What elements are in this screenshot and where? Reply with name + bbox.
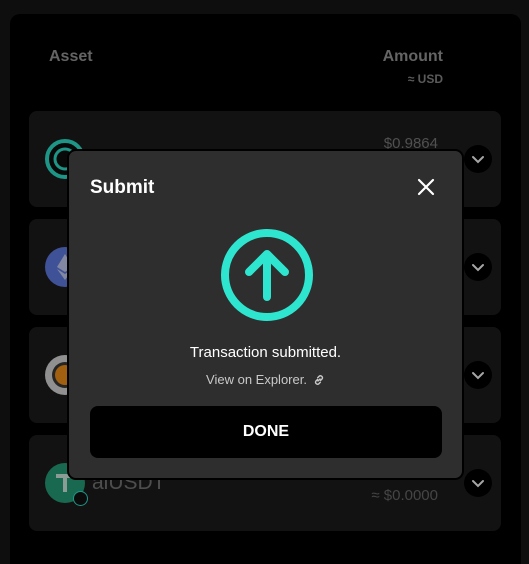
done-button[interactable]: DONE [90, 406, 442, 458]
arrow-up-circle-icon [221, 229, 313, 321]
link-icon [314, 375, 324, 385]
close-button[interactable] [416, 177, 436, 197]
explorer-link-label: View on Explorer. [206, 372, 307, 387]
view-on-explorer-link[interactable]: View on Explorer. [69, 372, 462, 387]
submit-dialog: Submit Transaction submitted. View on Ex… [67, 149, 464, 480]
status-message: Transaction submitted. [189, 344, 342, 361]
dialog-title: Submit [90, 177, 155, 198]
close-icon [417, 178, 435, 196]
